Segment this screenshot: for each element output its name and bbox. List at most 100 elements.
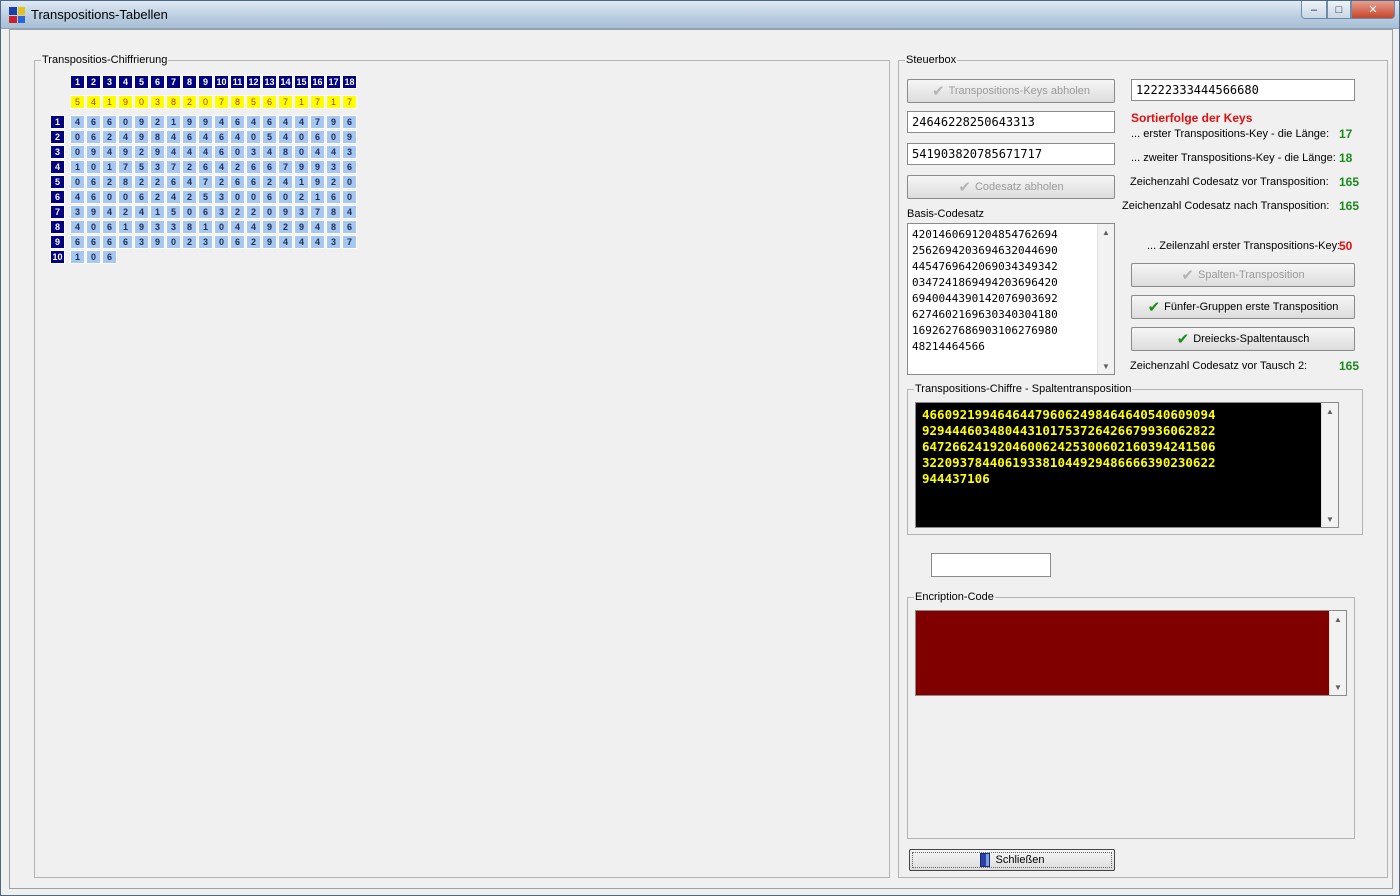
cipher-memo[interactable]: 466092199464644796062498464640540609094 … [915,402,1339,528]
table-cell: 0 [326,130,341,144]
table-cell: 3 [150,220,165,234]
row-header: 8 [50,220,65,234]
table-cell: 0 [342,175,357,189]
scroll-up-icon[interactable]: ▲ [1098,224,1114,240]
table-cell: 6 [214,145,229,159]
key2-input[interactable]: 541903820785671717 [907,143,1115,165]
table-cell: 7 [310,115,325,129]
table-cell: 2 [262,175,277,189]
table-cell: 4 [166,145,181,159]
column-header: 6 [150,75,165,89]
encryption-memo[interactable]: ▲ ▼ [915,610,1347,696]
key-cell: 7 [278,95,293,109]
scroll-down-icon[interactable]: ▼ [1330,679,1346,695]
app-icon [9,7,25,23]
key1-length-value: 17 [1339,127,1353,141]
count-after-label: Zeichenzahl Codesatz nach Transposition: [1122,200,1330,212]
row-header: 6 [50,190,65,204]
table-cell: 6 [230,175,245,189]
table-cell: 9 [198,115,213,129]
table-cell: 9 [342,130,357,144]
key-cell: 4 [86,95,101,109]
row-header: 9 [50,235,65,249]
table-cell: 5 [166,205,181,219]
table-cell: 0 [86,250,101,264]
table-cell: 4 [230,130,245,144]
close-icon: ✕ [1368,4,1378,16]
basis-scrollbar[interactable]: ▲ ▼ [1097,224,1114,374]
column-header: 13 [262,75,277,89]
key-cell: 3 [150,95,165,109]
table-cell: 6 [310,130,325,144]
table-cell: 2 [102,175,117,189]
table-cell: 4 [278,115,293,129]
table-cell: 0 [294,145,309,159]
table-cell: 4 [262,145,277,159]
title-bar[interactable]: Transpositions-Tabellen – □ ✕ [1,1,1399,29]
table-cell: 1 [118,220,133,234]
table-cell: 0 [118,190,133,204]
table-cell: 4 [166,130,181,144]
rows-count-value: 50 [1339,239,1353,253]
row-header: 7 [50,205,65,219]
fuenfer-gruppen-button[interactable]: ✔ Fünfer-Gruppen erste Transposition [1131,295,1355,319]
encryption-scrollbar[interactable]: ▲ ▼ [1329,611,1346,695]
key-cell: 7 [310,95,325,109]
column-header: 8 [182,75,197,89]
table-cell: 3 [246,145,261,159]
table-cell: 6 [230,115,245,129]
sort-order-input[interactable]: 12222333444566680 [1131,79,1355,101]
table-cell: 2 [214,175,229,189]
dreiecks-spaltentausch-label: Dreiecks-Spaltentausch [1193,333,1310,345]
scroll-down-icon[interactable]: ▼ [1322,511,1338,527]
basis-codesatz-memo[interactable]: 4201460691204854762694 25626942036946320… [907,223,1115,375]
fetch-codesatz-button[interactable]: ✔ Codesatz abholen [907,175,1115,199]
table-cell: 4 [294,235,309,249]
table-cell: 9 [150,235,165,249]
scroll-up-icon[interactable]: ▲ [1330,611,1346,627]
table-cell: 6 [262,160,277,174]
table-cell: 3 [150,160,165,174]
row-header: 3 [50,145,65,159]
table-cell: 4 [310,220,325,234]
close-button[interactable]: ✕ [1351,1,1395,19]
column-header: 16 [310,75,325,89]
table-cell: 6 [246,175,261,189]
cipher-scrollbar[interactable]: ▲ ▼ [1321,403,1338,527]
scroll-up-icon[interactable]: ▲ [1322,403,1338,419]
table-cell: 4 [326,145,341,159]
table-cell: 9 [182,115,197,129]
table-cell: 4 [198,130,213,144]
dreiecks-spaltentausch-button[interactable]: ✔ Dreiecks-Spaltentausch [1131,327,1355,351]
fetch-keys-button[interactable]: ✔ Transpositions-Keys abholen [907,79,1115,103]
table-cell: 4 [70,115,85,129]
table-cell: 6 [198,160,213,174]
table-cell: 6 [166,175,181,189]
table-cell: 0 [182,205,197,219]
row-header: 2 [50,130,65,144]
table-cell: 4 [70,220,85,234]
row-header: 10 [50,250,65,264]
key1-input[interactable]: 24646228250643313 [907,111,1115,133]
app-window: Transpositions-Tabellen – □ ✕ Transposit… [0,0,1400,896]
close-dialog-button[interactable]: Schließen [909,849,1115,871]
key-cell: 0 [198,95,213,109]
table-cell: 8 [326,205,341,219]
table-cell: 4 [310,145,325,159]
maximize-button[interactable]: □ [1327,1,1351,19]
table-cell: 4 [278,175,293,189]
table-cell: 1 [198,220,213,234]
encryption-legend: Encription-Code [914,591,995,603]
table-cell: 2 [294,190,309,204]
key-cell: 2 [182,95,197,109]
cipher-group: Transpositions-Chiffre - Spaltentranspos… [907,383,1363,535]
table-cell: 6 [70,235,85,249]
table-cell: 8 [118,175,133,189]
basis-codesatz-text: 4201460691204854762694 25626942036946320… [912,228,1058,353]
key-cell: 5 [70,95,85,109]
spalten-transposition-button[interactable]: ✔ Spalten-Transposition [1131,263,1355,287]
scroll-down-icon[interactable]: ▼ [1098,358,1114,374]
table-cell: 0 [70,130,85,144]
small-input[interactable] [931,553,1051,577]
minimize-button[interactable]: – [1301,1,1327,19]
